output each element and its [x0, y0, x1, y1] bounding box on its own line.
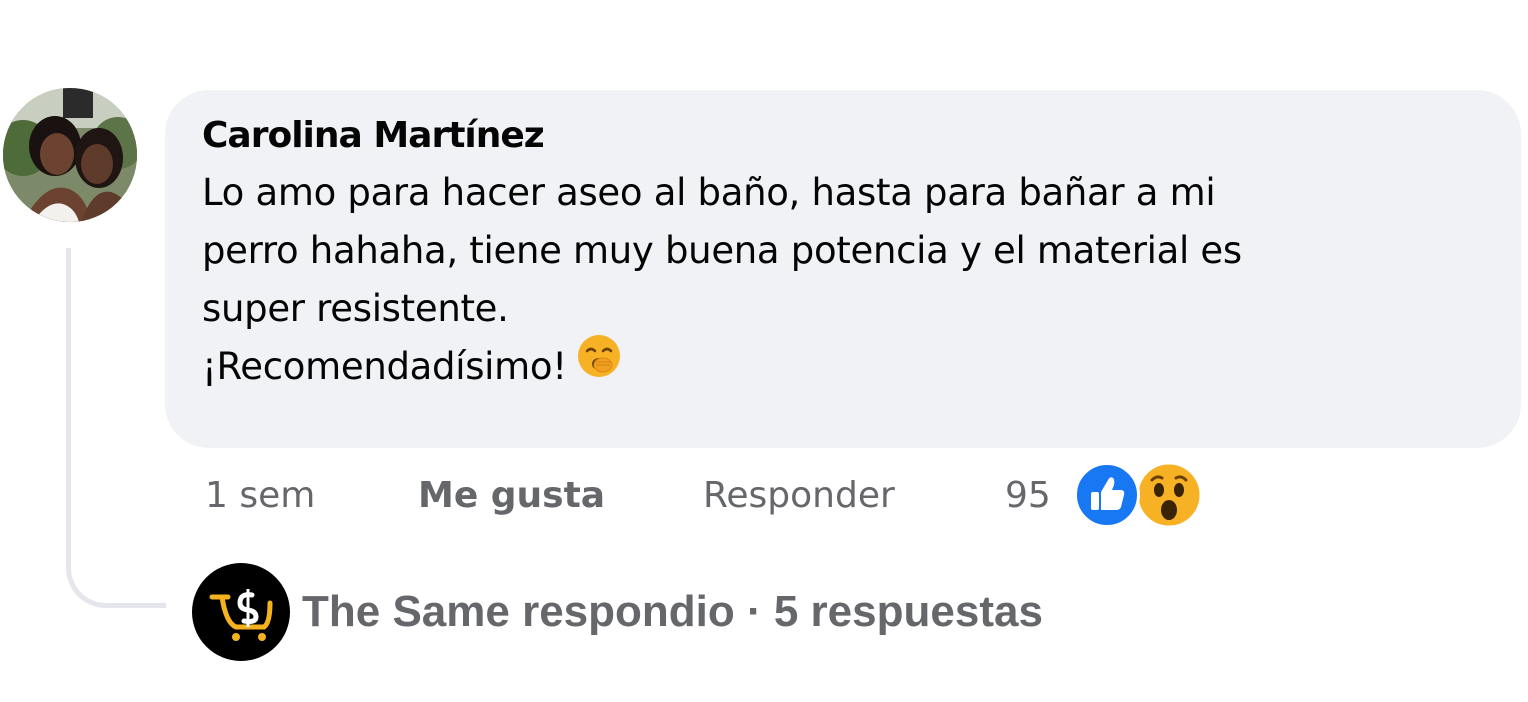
avatar[interactable]	[3, 88, 137, 222]
comment-text-line: Lo amo para hacer aseo al baño, hasta pa…	[202, 171, 1216, 214]
comment-text-line: super resistente.	[202, 287, 509, 330]
comment-text-line-last: ¡Recomendadísimo!	[202, 335, 1481, 396]
comment-text: Lo amo para hacer aseo al baño, hasta pa…	[202, 164, 1481, 396]
reply-button[interactable]: Responder	[703, 470, 895, 522]
comment-timestamp[interactable]: 1 sem	[205, 470, 315, 522]
like-reaction-icon	[1074, 462, 1140, 528]
comment-text-line: ¡Recomendadísimo!	[202, 345, 567, 388]
comment-author-name[interactable]: Carolina Martínez	[202, 112, 1481, 160]
reaction-icons[interactable]	[1074, 460, 1204, 530]
like-button[interactable]: Me gusta	[418, 470, 605, 522]
wow-reaction-icon	[1134, 460, 1204, 530]
comment-text-line: perro hahaha, tiene muy buena potencia y…	[202, 229, 1242, 272]
comment-bubble: Carolina Martínez Lo amo para hacer aseo…	[165, 90, 1521, 448]
yawning-face-emoji-icon	[577, 334, 621, 395]
avatar-photo	[3, 88, 137, 222]
reaction-count[interactable]: 95	[1005, 470, 1051, 522]
thread-connector-line	[66, 248, 166, 608]
replies-summary-text[interactable]: The Same respondio · 5 respuestas	[302, 585, 1043, 639]
the-same-logo-icon	[192, 563, 290, 661]
comment-thread: Carolina Martínez Lo amo para hacer aseo…	[0, 0, 1528, 702]
